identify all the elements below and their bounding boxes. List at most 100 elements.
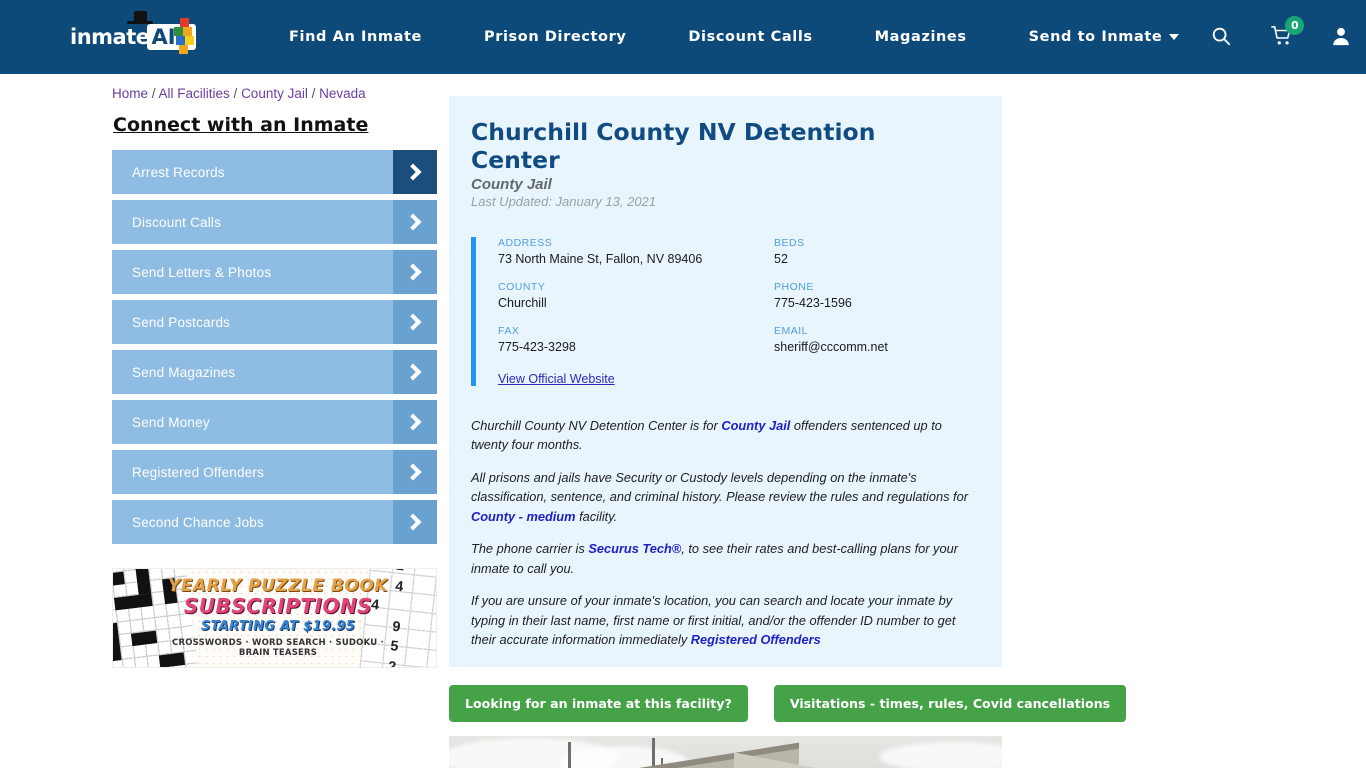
chevron-right-icon: [393, 400, 437, 444]
desc-p3-link-securus-tech[interactable]: Securus Tech®: [588, 541, 681, 556]
facility-card: Churchill County NV Detention Center Cou…: [449, 96, 1002, 668]
ad-line-2: SUBSCRIPTIONS: [183, 594, 373, 618]
sidebar-item-send-money[interactable]: Send Money: [112, 400, 437, 444]
sidebar-item-label: Send Letters & Photos: [132, 264, 272, 280]
field-value: 775-423-3298: [498, 340, 576, 354]
facility-description: Churchill County NV Detention Center is …: [471, 416, 972, 649]
sidebar-item-label: Registered Offenders: [132, 464, 265, 480]
site-logo[interactable]: inmateAID: [70, 11, 200, 60]
nav-item-send-to-inmate[interactable]: Send to Inmate: [998, 29, 1211, 45]
field-label: EMAIL: [774, 325, 809, 337]
chevron-right-icon: [393, 250, 437, 294]
sidebar-item-arrest-records[interactable]: Arrest Records: [112, 150, 437, 194]
desc-p2-link-county-medium[interactable]: County - medium: [471, 509, 576, 524]
desc-p2-text-b: facility.: [575, 508, 618, 524]
page-body: Home / All Facilities / County Jail / Ne…: [0, 74, 1366, 768]
nav-item-find-an-inmate[interactable]: Find An Inmate: [258, 29, 453, 45]
description-paragraph-4: If you are unsure of your inmate's locat…: [471, 591, 972, 649]
chevron-right-icon: [393, 500, 437, 544]
sidebar: Connect with an Inmate Arrest Records Di…: [112, 74, 437, 768]
sidebar-item-registered-offenders[interactable]: Registered Offenders: [112, 450, 437, 494]
search-icon[interactable]: [1210, 25, 1232, 49]
facility-info-block: ADDRESS 73 North Maine St, Fallon, NV 89…: [471, 237, 972, 386]
colored-blocks-icon: [174, 18, 196, 56]
desc-p4-link-registered-offenders[interactable]: Registered Offenders: [691, 632, 821, 647]
sudoku-number: 5: [389, 638, 400, 655]
nav-item-prison-directory[interactable]: Prison Directory: [453, 29, 657, 45]
facility-photo: [449, 736, 1002, 768]
sudoku-number: 4: [394, 578, 405, 596]
cart-count-badge: 0: [1285, 16, 1305, 35]
field-county: COUNTY Churchill: [498, 281, 774, 310]
sidebar-item-send-magazines[interactable]: Send Magazines: [112, 350, 437, 394]
user-account-icon[interactable]: [1330, 25, 1352, 49]
ad-line-1: YEARLY PUZZLE BOOK: [168, 576, 388, 596]
field-label: BEDS: [774, 237, 805, 249]
site-header: inmateAID Find An Inmate Prison Director…: [0, 0, 1366, 74]
breadcrumb-item-all-facilities[interactable]: All Facilities: [159, 86, 230, 101]
top-hat-icon: [127, 11, 153, 24]
facility-type: County Jail: [471, 176, 552, 193]
chevron-right-icon: [393, 200, 437, 244]
field-beds: BEDS 52: [774, 237, 972, 266]
chevron-right-icon: [393, 450, 437, 494]
sudoku-number: 1: [395, 569, 405, 574]
field-label: FAX: [498, 325, 520, 337]
breadcrumb: Home / All Facilities / County Jail / Ne…: [112, 86, 366, 101]
ad-copy: YEARLY PUZZLE BOOK SUBSCRIPTIONS STARTIN…: [168, 576, 388, 658]
facility-info-grid: ADDRESS 73 North Maine St, Fallon, NV 89…: [498, 237, 972, 386]
nav-item-discount-calls[interactable]: Discount Calls: [657, 29, 843, 45]
field-address: ADDRESS 73 North Maine St, Fallon, NV 89…: [498, 237, 774, 266]
accent-bar: [471, 237, 476, 386]
puzzle-book-ad-banner[interactable]: 1 4 4 9 5 2 YEARLY PUZZLE BOOK SUBSCRIPT…: [112, 568, 437, 668]
shopping-cart-icon[interactable]: 0: [1270, 16, 1305, 49]
field-value: 775-423-1596: [774, 296, 852, 310]
chevron-down-icon: [1169, 34, 1180, 40]
view-official-website-link[interactable]: View Official Website: [498, 372, 972, 386]
nav-item-magazines[interactable]: Magazines: [844, 29, 998, 45]
field-fax: FAX 775-423-3298: [498, 325, 774, 354]
header-icon-group: 0: [1210, 16, 1357, 49]
sidebar-item-send-postcards[interactable]: Send Postcards: [112, 300, 437, 344]
sidebar-item-label: Second Chance Jobs: [132, 514, 264, 530]
looking-for-inmate-button[interactable]: Looking for an inmate at this facility?: [449, 685, 748, 723]
main-navigation: Find An Inmate Prison Directory Discount…: [258, 29, 1210, 45]
breadcrumb-separator: /: [307, 86, 320, 101]
field-value: 73 North Maine St, Fallon, NV 89406: [498, 252, 703, 266]
desc-p1-link-county-jail[interactable]: County Jail: [721, 418, 790, 433]
field-label: ADDRESS: [498, 237, 553, 249]
sudoku-number: 9: [391, 619, 402, 636]
sidebar-item-label: Send Magazines: [132, 364, 236, 380]
field-value: 52: [774, 252, 788, 266]
breadcrumb-item-county-jail[interactable]: County Jail: [241, 86, 308, 101]
breadcrumb-item-nevada[interactable]: Nevada: [319, 86, 366, 101]
sidebar-item-discount-calls[interactable]: Discount Calls: [112, 200, 437, 244]
sidebar-heading: Connect with an Inmate: [113, 114, 369, 136]
sidebar-item-label: Discount Calls: [132, 214, 222, 230]
field-value: Churchill: [498, 296, 547, 310]
breadcrumb-separator: /: [148, 86, 159, 101]
field-label: PHONE: [774, 281, 814, 293]
logo-text-inmate: inmate: [70, 25, 150, 49]
page-title: Churchill County NV Detention Center: [471, 118, 876, 174]
nav-item-send-to-inmate-label: Send to Inmate: [1028, 29, 1163, 45]
sidebar-item-label: Arrest Records: [132, 164, 225, 180]
cta-button-row: Looking for an inmate at this facility? …: [449, 685, 1127, 723]
breadcrumb-item-home[interactable]: Home: [112, 86, 148, 101]
ad-line-4: CROSSWORDS · WORD SEARCH · SUDOKU · BRAI…: [172, 638, 384, 658]
description-paragraph-2: All prisons and jails have Security or C…: [471, 468, 972, 526]
description-paragraph-3: The phone carrier is Securus Tech®, to s…: [471, 539, 972, 578]
main-content: Churchill County NV Detention Center Cou…: [449, 74, 1127, 768]
breadcrumb-separator: /: [229, 86, 242, 101]
sudoku-number: 2: [387, 659, 397, 668]
chevron-right-icon: [393, 150, 437, 194]
sidebar-item-send-letters-photos[interactable]: Send Letters & Photos: [112, 250, 437, 294]
chevron-right-icon: [393, 300, 437, 344]
sidebar-item-second-chance-jobs[interactable]: Second Chance Jobs: [112, 500, 437, 544]
desc-p2-text-a: All prisons and jails have Security or C…: [471, 469, 968, 505]
chevron-right-icon: [393, 350, 437, 394]
field-email: EMAIL sheriff@cccomm.net: [774, 325, 972, 354]
last-updated: Last Updated: January 13, 2021: [471, 194, 657, 209]
field-value: sheriff@cccomm.net: [774, 340, 888, 354]
visitations-info-button[interactable]: Visitations - times, rules, Covid cancel…: [773, 685, 1127, 723]
